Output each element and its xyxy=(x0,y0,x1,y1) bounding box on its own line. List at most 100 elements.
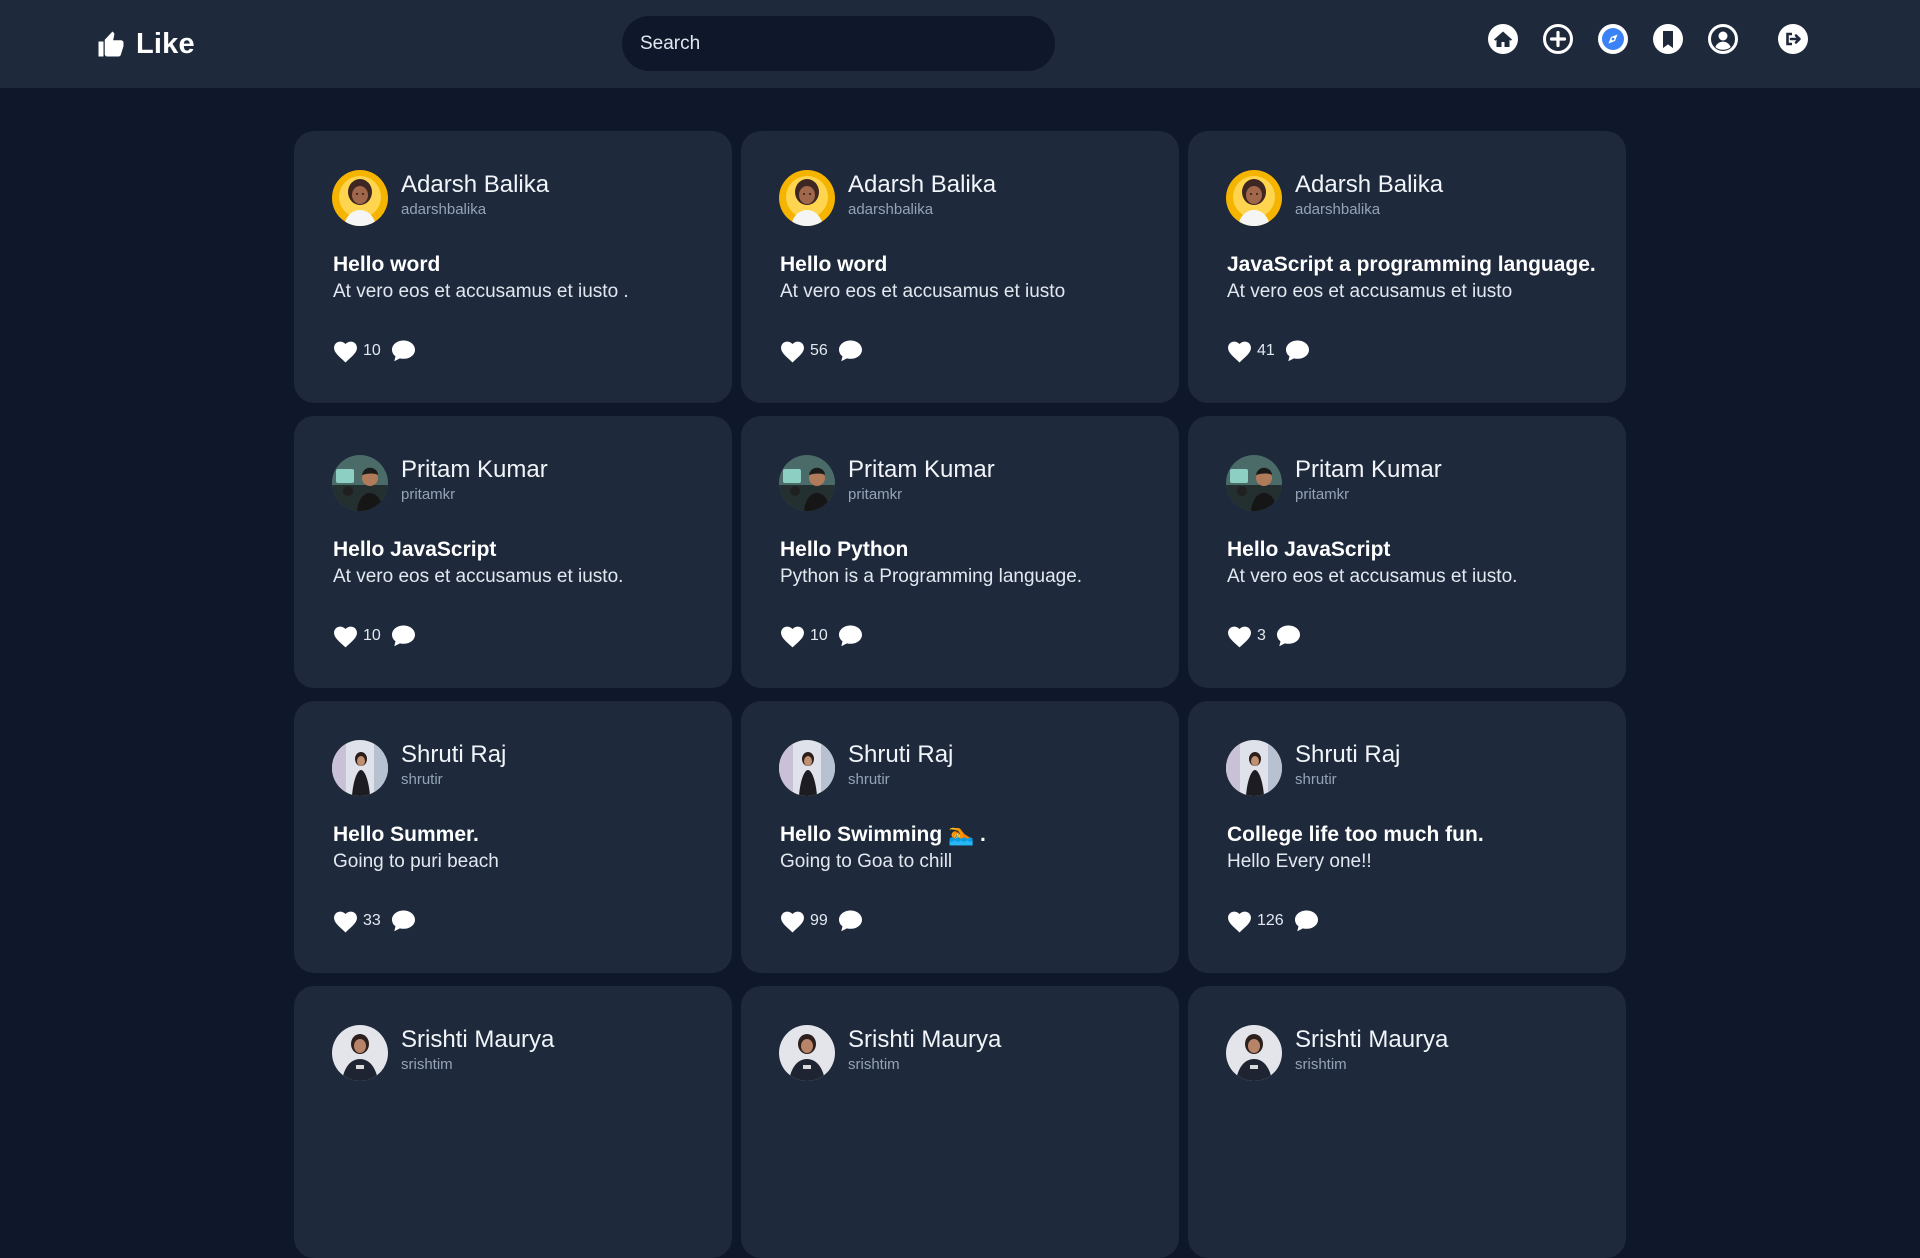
post-card[interactable]: Adarsh Balika adarshbalika Hello word At… xyxy=(741,131,1179,403)
avatar[interactable] xyxy=(1226,740,1282,796)
comment-icon[interactable] xyxy=(1275,624,1302,648)
user-name[interactable]: Srishti Maurya xyxy=(1295,1026,1448,1054)
user-handle: srishtim xyxy=(848,1056,900,1073)
post-actions: 10 xyxy=(333,623,417,649)
comment-icon[interactable] xyxy=(1293,909,1320,933)
heart-icon[interactable] xyxy=(333,910,358,933)
comment-icon[interactable] xyxy=(1284,339,1311,363)
like-count: 10 xyxy=(363,627,381,644)
heart-icon[interactable] xyxy=(780,340,805,363)
post-actions: 10 xyxy=(780,623,864,649)
user-name[interactable]: Srishti Maurya xyxy=(848,1026,1001,1054)
heart-icon[interactable] xyxy=(780,625,805,648)
avatar[interactable] xyxy=(779,170,835,226)
user-handle: pritamkr xyxy=(401,486,456,503)
top-navbar: Like xyxy=(0,0,1920,88)
add-post-icon[interactable] xyxy=(1542,23,1574,55)
like-count: 10 xyxy=(363,342,381,359)
user-name[interactable]: Shruti Raj xyxy=(401,741,506,769)
post-title: JavaScript a programming language. xyxy=(1227,253,1596,276)
like-count: 56 xyxy=(810,342,828,359)
post-body: Going to puri beach xyxy=(333,851,499,872)
post-actions: 126 xyxy=(1227,908,1320,934)
post-card[interactable]: Adarsh Balika adarshbalika JavaScript a … xyxy=(1188,131,1626,403)
profile-icon[interactable] xyxy=(1707,23,1739,55)
heart-icon[interactable] xyxy=(1227,625,1252,648)
post-card[interactable]: Pritam Kumar pritamkr Hello Python Pytho… xyxy=(741,416,1179,688)
avatar[interactable] xyxy=(779,740,835,796)
user-name[interactable]: Srishti Maurya xyxy=(401,1026,554,1054)
like-count: 126 xyxy=(1257,912,1284,929)
avatar[interactable] xyxy=(332,455,388,511)
comment-icon[interactable] xyxy=(390,624,417,648)
heart-icon[interactable] xyxy=(1227,910,1252,933)
post-feed: Adarsh Balika adarshbalika Hello word At… xyxy=(294,131,1628,1258)
explore-icon[interactable] xyxy=(1597,23,1629,55)
like-count: 3 xyxy=(1257,627,1266,644)
user-name[interactable]: Pritam Kumar xyxy=(401,456,548,484)
avatar[interactable] xyxy=(332,1025,388,1081)
user-name[interactable]: Shruti Raj xyxy=(848,741,953,769)
user-handle: shrutir xyxy=(1295,771,1337,788)
post-card[interactable]: Srishti Maurya srishtim xyxy=(1188,986,1626,1258)
user-name[interactable]: Pritam Kumar xyxy=(848,456,995,484)
like-count: 33 xyxy=(363,912,381,929)
user-name[interactable]: Pritam Kumar xyxy=(1295,456,1442,484)
user-name[interactable]: Shruti Raj xyxy=(1295,741,1400,769)
user-name[interactable]: Adarsh Balika xyxy=(1295,171,1443,199)
heart-icon[interactable] xyxy=(333,625,358,648)
post-body: Going to Goa to chill xyxy=(780,851,953,872)
post-card[interactable]: Shruti Raj shrutir Hello Swimming 🏊 . Go… xyxy=(741,701,1179,973)
post-title: Hello Swimming 🏊 . xyxy=(780,823,986,846)
comment-icon[interactable] xyxy=(837,624,864,648)
avatar[interactable] xyxy=(1226,170,1282,226)
user-handle: shrutir xyxy=(848,771,890,788)
user-handle: adarshbalika xyxy=(848,201,934,218)
post-card[interactable]: Shruti Raj shrutir Hello Summer. Going t… xyxy=(294,701,732,973)
user-handle: pritamkr xyxy=(848,486,903,503)
post-card[interactable]: Srishti Maurya srishtim xyxy=(741,986,1179,1258)
avatar[interactable] xyxy=(1226,1025,1282,1081)
user-name[interactable]: Adarsh Balika xyxy=(848,171,996,199)
user-handle: adarshbalika xyxy=(1295,201,1381,218)
bookmark-icon[interactable] xyxy=(1652,23,1684,55)
comment-icon[interactable] xyxy=(837,909,864,933)
avatar[interactable] xyxy=(332,740,388,796)
post-card[interactable]: Shruti Raj shrutir College life too much… xyxy=(1188,701,1626,973)
avatar[interactable] xyxy=(779,455,835,511)
post-title: Hello JavaScript xyxy=(333,538,497,561)
comment-icon[interactable] xyxy=(390,909,417,933)
heart-icon[interactable] xyxy=(333,340,358,363)
avatar[interactable] xyxy=(779,1025,835,1081)
home-icon[interactable] xyxy=(1487,23,1519,55)
post-body: At vero eos et accusamus et iusto. xyxy=(333,566,624,587)
like-count: 10 xyxy=(810,627,828,644)
heart-icon[interactable] xyxy=(780,910,805,933)
post-body: Hello Every one!! xyxy=(1227,851,1372,872)
heart-icon[interactable] xyxy=(1227,340,1252,363)
post-actions: 10 xyxy=(333,338,417,364)
post-card[interactable]: Srishti Maurya srishtim xyxy=(294,986,732,1258)
user-handle: srishtim xyxy=(1295,1056,1347,1073)
post-title: Hello word xyxy=(333,253,441,276)
user-handle: shrutir xyxy=(401,771,443,788)
user-name[interactable]: Adarsh Balika xyxy=(401,171,549,199)
post-actions: 56 xyxy=(780,338,864,364)
comment-icon[interactable] xyxy=(837,339,864,363)
comment-icon[interactable] xyxy=(390,339,417,363)
post-body: At vero eos et accusamus et iusto xyxy=(780,281,1066,302)
thumbs-up-icon xyxy=(98,31,124,57)
post-title: College life too much fun. xyxy=(1227,823,1484,846)
post-title: Hello JavaScript xyxy=(1227,538,1391,561)
post-card[interactable]: Pritam Kumar pritamkr Hello JavaScript A… xyxy=(1188,416,1626,688)
logout-icon[interactable] xyxy=(1777,23,1809,55)
brand-logo-link[interactable]: Like xyxy=(96,26,195,62)
avatar[interactable] xyxy=(1226,455,1282,511)
post-card[interactable]: Adarsh Balika adarshbalika Hello word At… xyxy=(294,131,732,403)
avatar[interactable] xyxy=(332,170,388,226)
search-input[interactable] xyxy=(622,16,1055,71)
post-card[interactable]: Pritam Kumar pritamkr Hello JavaScript A… xyxy=(294,416,732,688)
post-title: Hello word xyxy=(780,253,888,276)
post-actions: 99 xyxy=(780,908,864,934)
user-handle: adarshbalika xyxy=(401,201,487,218)
